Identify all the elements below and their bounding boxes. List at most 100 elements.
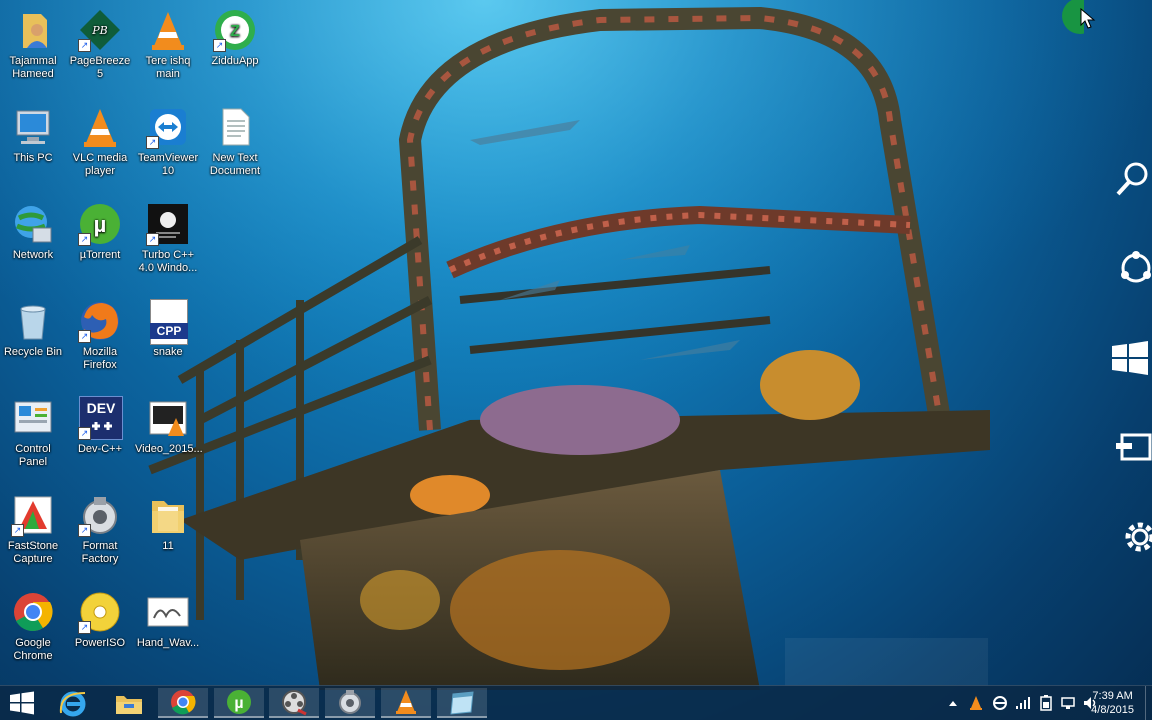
chrome-icon <box>171 690 196 715</box>
shortcut-arrow-icon: ↗ <box>78 621 91 634</box>
desktop-icon-recycle-bin[interactable]: Recycle Bin <box>0 299 66 359</box>
desktop-icon-label: PageBreeze 5 <box>69 55 131 80</box>
taskbar-vlc[interactable] <box>381 688 431 718</box>
desktop-icon-label: VLC media player <box>72 152 128 177</box>
desktop-icon-google-chrome[interactable]: Google Chrome <box>0 590 66 663</box>
taskbar-video-editor[interactable] <box>269 688 319 718</box>
pointer-icon <box>1080 8 1096 29</box>
taskbar-utorrent[interactable]: µ <box>214 688 264 718</box>
file-explorer-icon <box>116 696 142 714</box>
chrome-icon <box>11 590 55 634</box>
system-clock[interactable]: 7:39 AM 4/8/2015 <box>1091 689 1134 717</box>
windows-logo-icon <box>10 691 34 715</box>
taskbar: µ 7:39 AM 4/8/2015 <box>0 685 1152 720</box>
film-reel-icon <box>282 690 307 716</box>
desktop-icon-label: Control Panel <box>15 443 51 468</box>
window-icon <box>450 691 474 715</box>
desktop-icon-label: TeamViewer 10 <box>137 152 199 177</box>
teamviewer-icon: ↗ <box>146 105 190 149</box>
desktop-icon-folder-11[interactable]: 11 <box>135 493 201 553</box>
video-file-icon <box>146 396 190 440</box>
desktop-icon-pagebreeze[interactable]: PB ↗ PageBreeze 5 <box>67 8 133 81</box>
taskbar-file-explorer[interactable] <box>104 688 154 718</box>
shortcut-arrow-icon: ↗ <box>78 330 91 343</box>
devcpp-icon: DEV ↗ <box>78 396 123 440</box>
user-folder-icon <box>11 8 55 52</box>
shortcut-arrow-icon: ↗ <box>78 233 91 246</box>
shortcut-arrow-icon: ↗ <box>146 136 159 149</box>
utorrent-icon: µ ↗ <box>78 202 122 246</box>
search-icon <box>1116 162 1148 196</box>
network-tray-icon[interactable] <box>1060 695 1076 711</box>
vlc-icon <box>396 690 416 714</box>
desktop-icon-devcpp[interactable]: DEV ↗ Dev-C++ <box>67 396 133 456</box>
vlc-file-icon <box>146 8 190 52</box>
desktop-icon-utorrent[interactable]: µ ↗ µTorrent <box>67 202 133 262</box>
desktop-icon-label: Dev-C++ <box>77 443 123 455</box>
recycle-bin-icon <box>11 299 55 343</box>
desktop-icon-label: Video_2015... <box>135 443 203 455</box>
taskbar-format-factory[interactable] <box>325 688 375 718</box>
desktop-icon-snake[interactable]: CPP snake <box>135 299 201 359</box>
desktop-icon-turbo-cpp[interactable]: ↗ Turbo C++ 4.0 Windo... <box>135 202 201 275</box>
format-factory-icon <box>339 690 361 714</box>
desktop-icon-label: Google Chrome <box>13 637 53 662</box>
desktop-icon-control-panel[interactable]: Control Panel <box>0 396 66 469</box>
taskbar-internet-explorer[interactable] <box>48 688 98 718</box>
desktop-icon-firefox[interactable]: ↗ Mozilla Firefox <box>67 299 133 372</box>
desktop-icon-label: Hand_Wav... <box>136 637 200 649</box>
start-button[interactable] <box>0 688 44 718</box>
show-desktop-button[interactable] <box>1145 686 1152 720</box>
desktop-icon-teamviewer[interactable]: ↗ TeamViewer 10 <box>135 105 201 178</box>
settings-charm[interactable] <box>1108 515 1152 559</box>
share-icon <box>1121 251 1151 283</box>
computer-icon <box>11 105 55 149</box>
network-icon <box>11 202 55 246</box>
clock-date: 4/8/2015 <box>1091 704 1134 716</box>
vlc-tray-icon[interactable] <box>968 695 984 711</box>
firefox-icon: ↗ <box>78 299 122 343</box>
desktop-icon-new-text-document[interactable]: New Text Document <box>202 105 268 178</box>
desktop-icon-this-pc[interactable]: This PC <box>0 105 66 165</box>
internet-explorer-icon <box>59 691 86 717</box>
desktop-icon-video-2015[interactable]: Video_2015... <box>135 396 203 456</box>
faststone-icon: ↗ <box>11 493 55 537</box>
utorrent-icon: µ <box>227 690 251 714</box>
gear-icon <box>1125 522 1152 552</box>
desktop-icon-vlc[interactable]: VLC media player <box>67 105 133 178</box>
desktop-icon-tere-ishq-main[interactable]: Tere ishq main <box>135 8 201 81</box>
taskbar-chrome[interactable] <box>158 688 208 718</box>
desktop-icon-label: µTorrent <box>79 249 121 261</box>
battery-icon[interactable] <box>1038 695 1054 711</box>
desktop-icon-ziddu[interactable]: Z ↗ ZidduApp <box>202 8 268 68</box>
desktop-icon-hand-wav[interactable]: Hand_Wav... <box>135 590 201 650</box>
start-charm[interactable] <box>1108 336 1152 380</box>
sync-icon[interactable] <box>992 695 1008 711</box>
shortcut-arrow-icon: ↗ <box>78 39 91 52</box>
svg-text:µ: µ <box>234 695 243 712</box>
turbo-cpp-icon: ↗ <box>146 202 190 246</box>
desktop-icon-poweriso[interactable]: ↗ PowerISO <box>67 590 133 650</box>
control-panel-icon <box>11 396 55 440</box>
share-charm[interactable] <box>1108 246 1152 290</box>
system-tray <box>946 686 1098 720</box>
signal-icon[interactable] <box>1014 695 1032 711</box>
shortcut-arrow-icon: ↗ <box>78 427 91 440</box>
poweriso-icon: ↗ <box>78 590 122 634</box>
desktop-icon-faststone[interactable]: ↗ FastStone Capture <box>0 493 66 566</box>
pagebreeze-icon: PB ↗ <box>78 8 122 52</box>
taskbar-window-app[interactable] <box>437 688 487 718</box>
desktop-icon-tajammal-hameed[interactable]: Tajammal Hameed <box>0 8 66 81</box>
svg-text:Z: Z <box>230 23 240 40</box>
desktop-icon-label: Mozilla Firefox <box>82 346 118 371</box>
desktop-icon-format-factory[interactable]: ↗ Format Factory <box>67 493 133 566</box>
devices-icon <box>1116 433 1152 461</box>
show-hidden-icon[interactable] <box>946 696 960 710</box>
desktop-icon-network[interactable]: Network <box>0 202 66 262</box>
shortcut-arrow-icon: ↗ <box>78 524 91 537</box>
clock-time: 7:39 AM <box>1092 690 1133 702</box>
desktop-icon-label: PowerISO <box>74 637 126 649</box>
search-charm[interactable] <box>1108 158 1152 202</box>
shortcut-arrow-icon: ↗ <box>213 39 226 52</box>
devices-charm[interactable] <box>1108 425 1152 469</box>
